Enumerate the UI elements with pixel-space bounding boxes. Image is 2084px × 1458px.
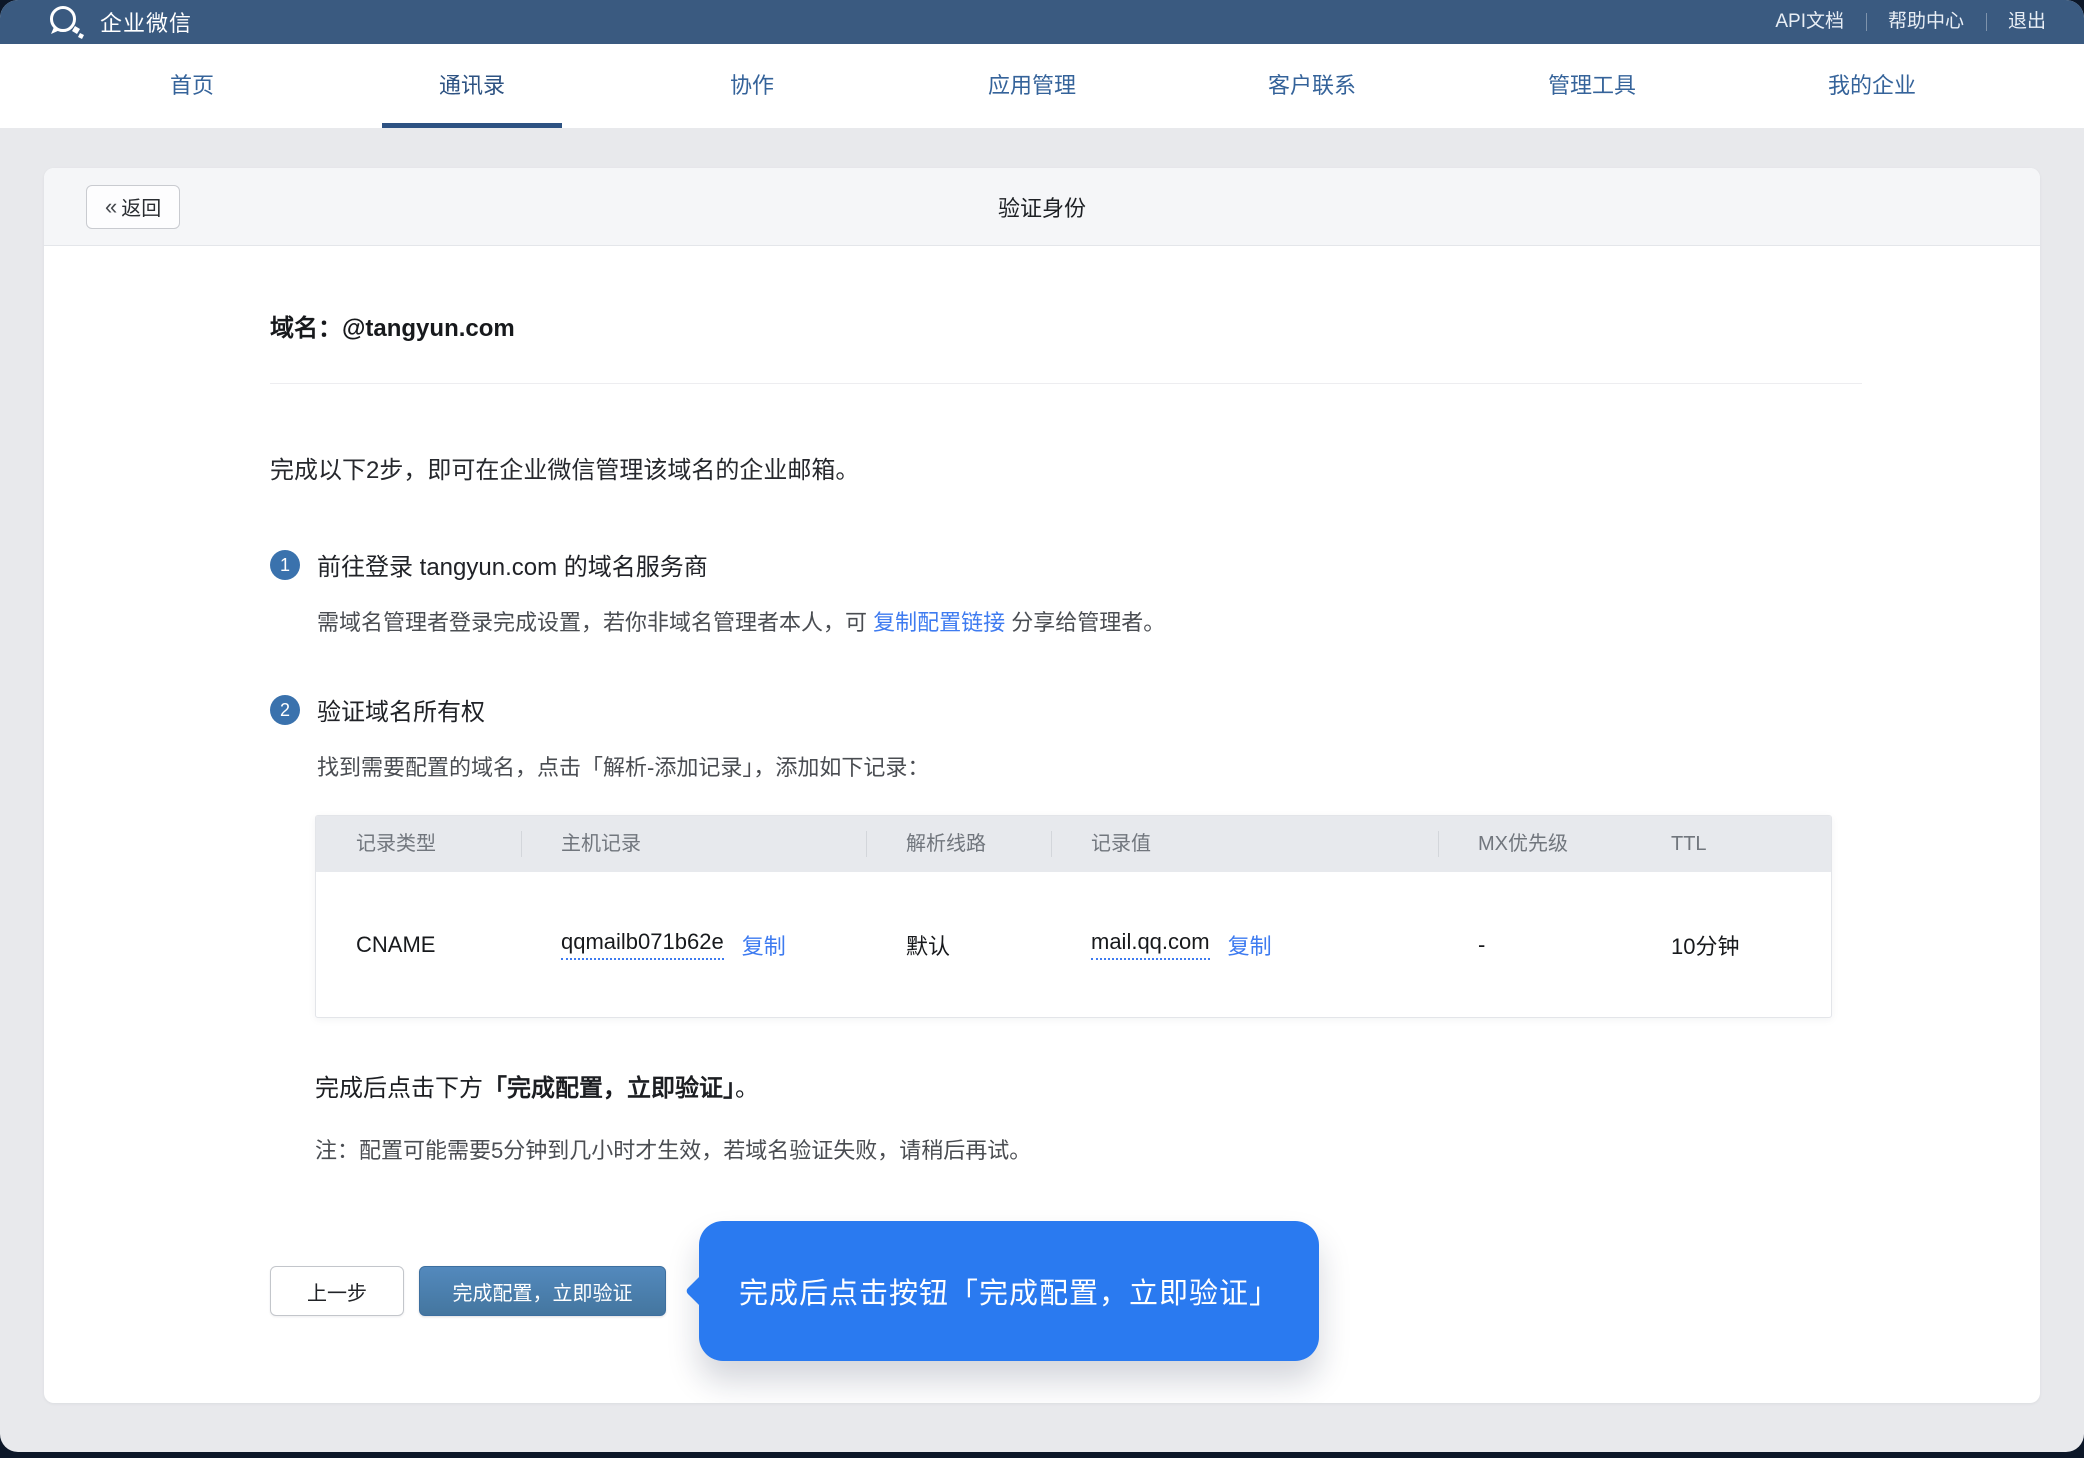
help-center-link[interactable]: 帮助中心	[1866, 9, 1986, 35]
header-record-type: 记录类型	[316, 816, 521, 872]
finish-instruction-normal: 完成后点击下方	[315, 1075, 483, 1102]
host-record-value: qqmailb071b62e	[561, 929, 724, 960]
copy-value-button[interactable]: 复制	[1228, 929, 1272, 961]
wechat-work-logo-icon	[46, 4, 88, 40]
divider	[270, 383, 1862, 384]
cell-host-record: qqmailb071b62e 复制	[521, 929, 866, 961]
header-host-record: 主机记录	[521, 816, 866, 872]
back-button[interactable]: « 返回	[86, 185, 180, 229]
step-2-number-badge: 2	[270, 695, 300, 725]
note-text: 注：配置可能需要5分钟到几小时才生效，若域名验证失败，请稍后再试。	[315, 1133, 1862, 1165]
finish-instruction-tail: 。	[735, 1075, 759, 1102]
header-mx-priority: MX优先级	[1438, 816, 1631, 872]
brand-title: 企业微信	[100, 6, 192, 38]
finish-config-verify-button[interactable]: 完成配置，立即验证	[419, 1266, 666, 1316]
step-2-description: 找到需要配置的域名，点击「解析-添加记录」，添加如下记录：	[317, 753, 1862, 783]
step-2-head: 2 验证域名所有权	[270, 692, 1862, 727]
tab-admin-tools[interactable]: 管理工具	[1452, 44, 1732, 128]
step-1-head: 1 前往登录 tangyun.com 的域名服务商	[270, 547, 1862, 582]
card-header: « 返回 验证身份	[44, 168, 2040, 246]
copy-config-link[interactable]: 复制配置链接	[873, 610, 1005, 635]
api-docs-link[interactable]: API文档	[1753, 9, 1866, 35]
after-table-section: 完成后点击下方「完成配置，立即验证」。 注：配置可能需要5分钟到几小时才生效，若…	[315, 1068, 1862, 1165]
step-1-number-badge: 1	[270, 550, 300, 580]
step-2-title: 验证域名所有权	[317, 692, 485, 727]
header-resolution-line: 解析线路	[866, 816, 1051, 872]
step-1-description: 需域名管理者登录完成设置，若你非域名管理者本人，可 复制配置链接 分享给管理者。	[317, 608, 1862, 638]
cell-record-value: mail.qq.com 复制	[1051, 929, 1438, 961]
dns-record-table: 记录类型 主机记录 解析线路 记录值 MX优先级 TTL CNAME qqmai…	[315, 815, 1832, 1018]
tooltip-arrow-icon	[685, 1274, 719, 1308]
header-record-value: 记录值	[1051, 816, 1438, 872]
copy-host-button[interactable]: 复制	[742, 929, 786, 961]
cell-resolution-line: 默认	[866, 929, 1051, 961]
previous-step-button[interactable]: 上一步	[270, 1266, 404, 1316]
main-nav: 首页 通讯录 协作 应用管理 客户联系 管理工具 我的企业	[0, 44, 2084, 128]
domain-line: 域名：@tangyun.com	[270, 246, 1862, 343]
step-1-desc-tail: 分享给管理者。	[1005, 610, 1165, 635]
finish-instruction: 完成后点击下方「完成配置，立即验证」。	[315, 1068, 1862, 1103]
cell-record-type: CNAME	[316, 932, 521, 958]
header-ttl: TTL	[1631, 816, 1831, 872]
tab-contacts[interactable]: 通讯录	[332, 44, 612, 128]
step-1: 1 前往登录 tangyun.com 的域名服务商 需域名管理者登录完成设置，若…	[270, 547, 1862, 638]
cell-mx-priority: -	[1438, 932, 1631, 958]
app-window: 企业微信 API文档 帮助中心 退出 首页 通讯录 协作 应用管理 客户联系 管…	[0, 0, 2084, 1452]
tab-app-management[interactable]: 应用管理	[892, 44, 1172, 128]
tooltip-text: 完成后点击按钮「完成配置，立即验证」	[739, 1270, 1279, 1312]
step-1-desc-text: 需域名管理者登录完成设置，若你非域名管理者本人，可	[317, 610, 873, 635]
action-row: 上一步 完成配置，立即验证 完成后点击按钮「完成配置，立即验证」	[270, 1221, 1862, 1361]
tab-my-company[interactable]: 我的企业	[1732, 44, 2012, 128]
step-2: 2 验证域名所有权 找到需要配置的域名，点击「解析-添加记录」，添加如下记录：	[270, 692, 1862, 783]
table-header-row: 记录类型 主机记录 解析线路 记录值 MX优先级 TTL	[316, 816, 1831, 872]
intro-text: 完成以下2步，即可在企业微信管理该域名的企业邮箱。	[270, 450, 1862, 485]
table-row: CNAME qqmailb071b62e 复制 默认 mail.qq.com 复…	[316, 872, 1831, 1017]
topbar-links: API文档 帮助中心 退出	[1753, 9, 2046, 35]
logout-link[interactable]: 退出	[1986, 9, 2046, 35]
cell-ttl: 10分钟	[1631, 929, 1831, 961]
top-bar: 企业微信 API文档 帮助中心 退出	[0, 0, 2084, 44]
card-body: 域名：@tangyun.com 完成以下2步，即可在企业微信管理该域名的企业邮箱…	[44, 246, 2040, 1361]
tab-customer-contact[interactable]: 客户联系	[1172, 44, 1452, 128]
guide-tooltip: 完成后点击按钮「完成配置，立即验证」	[699, 1221, 1319, 1361]
brand: 企业微信	[46, 4, 192, 40]
back-chevrons-icon: «	[105, 194, 117, 220]
record-value: mail.qq.com	[1091, 929, 1210, 960]
page-title: 验证身份	[44, 191, 2040, 223]
back-label: 返回	[121, 192, 161, 221]
verify-identity-card: « 返回 验证身份 域名：@tangyun.com 完成以下2步，即可在企业微信…	[44, 168, 2040, 1403]
tab-home[interactable]: 首页	[52, 44, 332, 128]
tab-collaboration[interactable]: 协作	[612, 44, 892, 128]
finish-instruction-bold: 「完成配置，立即验证」	[483, 1075, 735, 1102]
step-1-title: 前往登录 tangyun.com 的域名服务商	[317, 547, 708, 582]
